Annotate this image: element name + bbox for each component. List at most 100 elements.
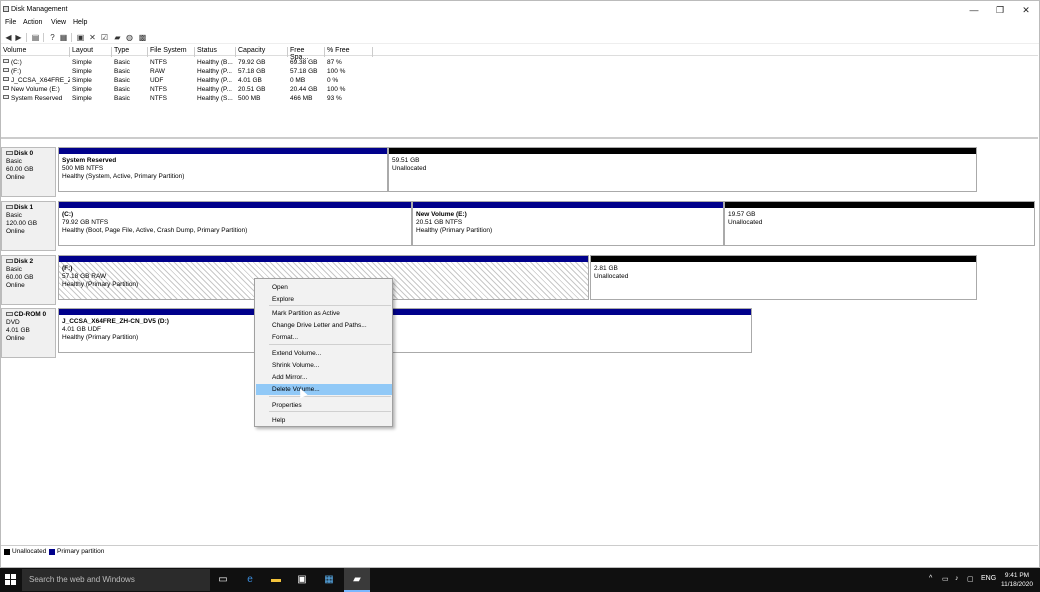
menu-file[interactable]: File — [5, 19, 16, 26]
disk-label[interactable]: CD-ROM 0 DVD 4.01 GB Online — [1, 308, 56, 358]
column-free-space[interactable]: Free Spa... — [288, 47, 325, 61]
volume-row[interactable]: New Volume (E:) Simple Basic NTFS Healthy (P… — [1, 85, 381, 94]
partition-info: 59.51 GB Unallocated — [392, 157, 974, 173]
tray-chevron-icon[interactable]: ^ — [929, 575, 932, 582]
column-percent-free[interactable]: % Free — [325, 47, 373, 57]
partition-color-bar — [59, 309, 751, 315]
volume-cell: 4.01 GB — [238, 77, 262, 84]
context-menu: Open Explore Mark Partition as Active Chang… — [254, 278, 393, 427]
column-type[interactable]: Type — [112, 47, 148, 57]
console-tree-icon[interactable]: ▤ — [31, 33, 40, 42]
calendar-app-icon[interactable]: ▦ — [322, 573, 336, 587]
volume-cell: Simple — [72, 68, 92, 75]
partition-status: Unallocated — [392, 165, 427, 172]
partition-size: 20.51 GB NTFS — [416, 219, 463, 226]
partition-status: Healthy (System, Active, Primary Partiti… — [62, 173, 185, 180]
help-icon[interactable]: ? — [48, 33, 57, 42]
primary-partition[interactable]: New Volume (E:) 20.51 GB NTFS Healthy (Pri… — [412, 201, 724, 246]
volume-cell: UDF — [150, 77, 164, 84]
partition-name: System Reserved — [62, 157, 117, 164]
primary-partition[interactable]: System Reserved 500 MB NTFS Healthy (Syste… — [58, 147, 388, 192]
partition-size: 19.57 GB — [728, 211, 756, 218]
volume-row[interactable]: J_CCSA_X64FRE_Z...Simple Basic UDF Healthy … — [1, 76, 381, 85]
refresh-icon[interactable]: ▣ — [76, 33, 85, 42]
partition-size: 4.01 GB UDF — [62, 326, 102, 333]
column-file-system[interactable]: File System — [148, 47, 195, 57]
column-capacity[interactable]: Capacity — [236, 47, 288, 57]
context-menu-item-explore[interactable]: Explore — [256, 294, 392, 305]
partition-status: Healthy (Primary Partition) — [62, 334, 139, 341]
context-menu-item-properties[interactable]: Properties — [256, 400, 392, 411]
context-menu-item-mark-partition-as-active[interactable]: Mark Partition as Active — [256, 308, 392, 319]
volume-row[interactable]: (C:) Simple Basic NTFS Healthy (B... 79.92 GB… — [1, 58, 381, 67]
volume-cell: J_CCSA_X64FRE_Z... — [11, 77, 70, 84]
language-indicator[interactable]: ENG — [981, 575, 996, 582]
context-menu-separator — [269, 305, 391, 306]
disk-management-taskbar-button[interactable]: ▰ — [344, 568, 370, 592]
clock[interactable]: 9:41 PM 11/18/2020 — [1000, 571, 1034, 589]
volume-cell: Simple — [72, 77, 92, 84]
disk-name: CD-ROM 0 — [14, 311, 47, 318]
volume-row[interactable]: (F:) Simple Basic RAW Healthy (P... 57.18 GB 5… — [1, 67, 381, 76]
volume-cell: 79.92 GB — [238, 59, 266, 66]
context-menu-item-shrink-volume[interactable]: Shrink Volume... — [256, 360, 392, 371]
maximize-button[interactable]: ❐ — [987, 4, 1013, 16]
column-status[interactable]: Status — [195, 47, 236, 57]
taskbar-search-box[interactable]: Search the web and Windows — [22, 569, 210, 591]
disk-label[interactable]: Disk 2 Basic 60.00 GB Online — [1, 255, 56, 305]
context-menu-item-format[interactable]: Format... — [256, 332, 392, 343]
delete-icon[interactable]: ✕ — [88, 33, 97, 42]
windows-start-icon[interactable] — [5, 574, 17, 586]
menu-view[interactable]: View — [51, 19, 66, 26]
context-menu-item-open[interactable]: Open — [256, 282, 392, 293]
volume-cell: System Reserved — [11, 95, 63, 102]
partition-color-bar — [59, 256, 588, 262]
context-menu-item-extend-volume[interactable]: Extend Volume... — [256, 348, 392, 359]
disk-size: 4.01 GB — [6, 327, 30, 334]
primary-partition[interactable]: (C:) 79.92 GB NTFS Healthy (Boot, Page Fil… — [58, 201, 412, 246]
unallocated-partition[interactable]: 19.57 GB Unallocated — [724, 201, 1035, 246]
tray-volume-icon[interactable]: ♪ — [955, 575, 959, 582]
legend-swatch-primary — [49, 549, 55, 555]
forward-arrow-icon[interactable]: ▶ — [14, 33, 23, 42]
volume-cell: 20.44 GB — [290, 86, 318, 93]
search-icon[interactable]: ◍ — [125, 33, 134, 42]
context-menu-item-delete-volume[interactable]: Delete Volume... — [256, 384, 392, 395]
partition-color-bar — [59, 148, 387, 154]
partition-name: (F:) — [62, 265, 73, 272]
settings-icon[interactable]: ▩ — [138, 33, 147, 42]
volume-cell: Simple — [72, 86, 92, 93]
file-explorer-icon[interactable]: ▬ — [269, 573, 283, 587]
volume-cell: (F:) — [11, 68, 22, 75]
column-volume[interactable]: Volume — [1, 47, 70, 57]
menu-action[interactable]: Action — [23, 19, 42, 26]
open-folder-icon[interactable]: ▰ — [113, 33, 122, 42]
menu-help[interactable]: Help — [73, 19, 87, 26]
edge-browser-icon[interactable]: e — [243, 573, 257, 587]
unallocated-partition[interactable]: 2.81 GB Unallocated — [590, 255, 977, 300]
toolbar-separator — [43, 33, 44, 42]
context-menu-item-add-mirror[interactable]: Add Mirror... — [256, 372, 392, 383]
context-menu-item-change-drive-letter-and-paths[interactable]: Change Drive Letter and Paths... — [256, 320, 392, 331]
task-view-icon[interactable]: ▭ — [216, 573, 230, 587]
unallocated-partition[interactable]: 59.51 GB Unallocated — [388, 147, 977, 192]
tray-network-icon[interactable]: ▭ — [942, 575, 949, 583]
back-arrow-icon[interactable]: ◀ — [4, 33, 13, 42]
column-layout[interactable]: Layout — [70, 47, 112, 57]
partition-color-bar — [725, 202, 1034, 208]
partition-size: 59.51 GB — [392, 157, 420, 164]
minimize-button[interactable]: — — [961, 4, 987, 16]
close-button[interactable]: ✕ — [1013, 4, 1039, 16]
partition-size: 79.92 GB NTFS — [62, 219, 109, 226]
partition-info: (C:) 79.92 GB NTFS Healthy (Boot, Page Fil… — [62, 211, 409, 235]
disk-label[interactable]: Disk 0 Basic 60.00 GB Online — [1, 147, 56, 197]
properties-icon[interactable]: ▦ — [59, 33, 68, 42]
tray-notification-icon[interactable]: ▢ — [967, 575, 974, 583]
volume-row[interactable]: System Reserved Simple Basic NTFS Healthy (S… — [1, 94, 381, 103]
store-icon[interactable]: ▣ — [295, 573, 309, 587]
disk-label[interactable]: Disk 1 Basic 120.00 GB Online — [1, 201, 56, 251]
primary-partition[interactable]: J_CCSA_X64FRE_ZH-CN_DV5 (D:) 4.01 GB UDF H… — [58, 308, 752, 353]
check-icon[interactable]: ☑ — [100, 33, 109, 42]
context-menu-item-help[interactable]: Help — [256, 415, 392, 426]
volume-cell: 100 % — [327, 86, 346, 93]
